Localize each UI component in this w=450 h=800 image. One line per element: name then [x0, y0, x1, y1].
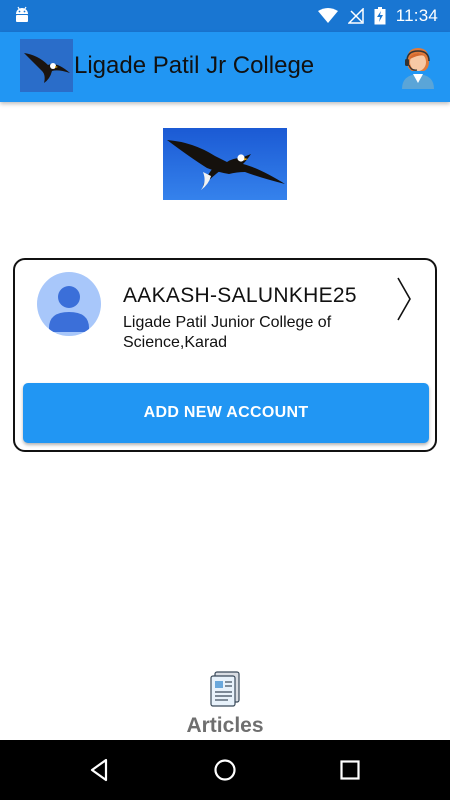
add-new-account-button[interactable]: ADD NEW ACCOUNT — [23, 383, 429, 443]
no-signal-icon — [347, 8, 364, 24]
screen: 11:34 Ligade Patil Jr College AAKASH-SAL… — [0, 0, 450, 800]
account-college: Ligade Patil Junior College of Science,K… — [123, 314, 332, 351]
articles-icon — [210, 671, 240, 707]
tab-articles-label: Articles — [186, 714, 264, 737]
navigation-bar — [0, 740, 450, 800]
status-bar: 11:34 — [0, 0, 450, 32]
college-banner-image — [163, 128, 287, 200]
status-icons: 11:34 — [317, 0, 438, 32]
eagle-logo-icon — [20, 39, 73, 92]
account-name: AAKASH-SALUNKHE25 — [123, 284, 357, 307]
account-card[interactable]: AAKASH-SALUNKHE25 Ligade Patil Junior Co… — [13, 258, 437, 452]
chevron-right-icon[interactable] — [395, 276, 413, 322]
home-icon[interactable] — [210, 755, 240, 785]
battery-charging-icon — [374, 7, 386, 25]
eagle-image — [163, 128, 287, 200]
person-icon — [49, 286, 89, 332]
avatar — [37, 272, 101, 336]
status-time: 11:34 — [395, 6, 438, 25]
app-bar: Ligade Patil Jr College — [0, 32, 450, 102]
back-icon[interactable] — [85, 755, 115, 785]
wifi-icon — [317, 8, 338, 23]
recents-icon[interactable] — [335, 755, 365, 785]
tab-articles[interactable]: Articles — [165, 668, 285, 740]
android-icon — [16, 6, 28, 22]
support-agent-icon[interactable] — [398, 43, 438, 91]
eagle-logo — [20, 39, 73, 92]
app-title: Ligade Patil Jr College — [74, 52, 315, 79]
